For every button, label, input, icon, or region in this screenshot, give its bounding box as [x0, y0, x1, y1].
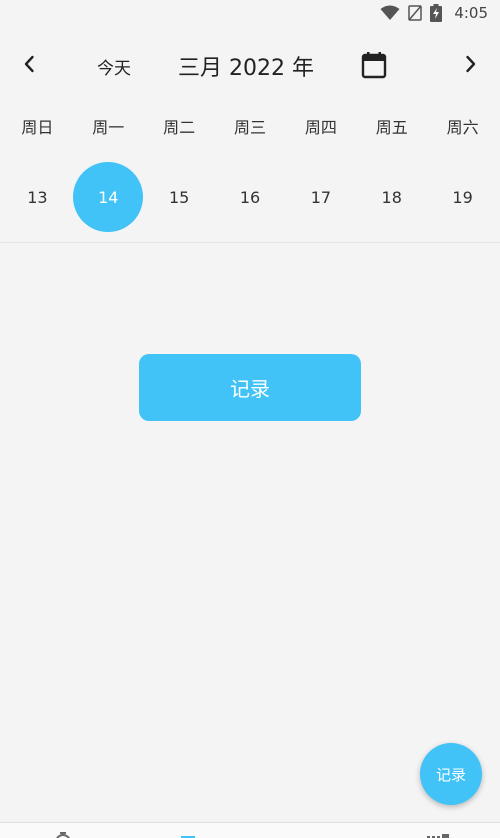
battery-charging-icon — [430, 4, 443, 22]
bottom-nav-grid[interactable] — [375, 823, 500, 838]
today-button[interactable]: 今天 — [97, 54, 131, 79]
calendar-button[interactable] — [361, 51, 387, 79]
calendar-icon — [361, 52, 387, 83]
wifi-icon — [380, 5, 400, 21]
app-screen: 4:05 今天 三月 2022 年 周日 周一 周二 周三 周四 周五 周六 1 — [0, 0, 500, 838]
date-number: 18 — [381, 187, 402, 207]
no-signal-icon — [408, 5, 423, 21]
date-cell[interactable]: 15 — [144, 161, 215, 233]
bottom-nav-timer[interactable] — [0, 823, 125, 838]
chevron-right-icon — [465, 55, 477, 77]
weekday-label: 周五 — [375, 118, 408, 137]
record-fab-button[interactable]: 记录 — [420, 743, 482, 805]
date-number: 15 — [168, 187, 190, 207]
timer-icon — [53, 829, 73, 838]
bottom-nav-chart[interactable] — [250, 823, 375, 838]
weekday-label: 周二 — [163, 118, 196, 137]
date-cell[interactable]: 17 — [285, 161, 356, 233]
divider — [0, 242, 500, 243]
date-cell[interactable]: 16 — [215, 161, 286, 233]
month-title: 三月 2022 年 — [178, 56, 314, 81]
date-cell[interactable]: 19 — [427, 161, 498, 233]
week-dates: 13 14 15 16 17 18 19 — [2, 161, 498, 233]
date-cell-selected[interactable]: 14 — [73, 161, 144, 233]
date-cell[interactable]: 13 — [2, 161, 73, 233]
date-number: 16 — [239, 187, 261, 207]
weekday-label: 周日 — [21, 118, 54, 137]
previous-week-button[interactable] — [15, 52, 43, 80]
status-time: 4:05 — [454, 4, 488, 22]
chart-icon — [303, 829, 323, 838]
date-cell[interactable]: 18 — [356, 161, 427, 233]
date-navigation: 今天 三月 2022 年 — [0, 44, 500, 88]
weekday-label: 周三 — [234, 118, 267, 137]
date-number: 14 — [73, 162, 144, 232]
grid-icon — [426, 829, 450, 838]
date-number: 17 — [310, 187, 332, 207]
weekday-header: 周日 周一 周二 周三 周四 周五 周六 — [2, 114, 498, 142]
weekday-label: 周六 — [446, 118, 479, 137]
weekday-label: 周四 — [304, 118, 337, 137]
weekday-label: 周一 — [92, 118, 125, 137]
chevron-left-icon — [23, 55, 35, 77]
list-icon — [178, 829, 198, 838]
date-number: 19 — [452, 187, 473, 207]
next-week-button[interactable] — [457, 52, 485, 80]
bottom-navigation — [0, 822, 500, 838]
date-number: 13 — [27, 187, 48, 207]
bottom-nav-list[interactable] — [125, 823, 250, 838]
record-button[interactable]: 记录 — [139, 354, 361, 421]
status-bar: 4:05 — [0, 0, 500, 26]
